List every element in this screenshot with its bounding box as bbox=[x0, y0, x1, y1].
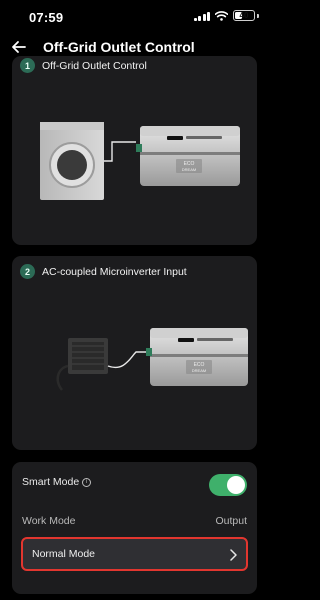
microinverter-power-station-illustration: ECO DREAM bbox=[56, 328, 248, 391]
work-mode-value: Output bbox=[215, 515, 247, 527]
work-mode-row: Work Mode Output bbox=[22, 515, 247, 527]
wifi-icon bbox=[215, 10, 228, 21]
smart-mode-row: Smart Mode i bbox=[22, 474, 247, 496]
smart-mode-toggle[interactable] bbox=[209, 474, 247, 496]
battery-level: 40 bbox=[239, 11, 249, 20]
battery-icon: 40 bbox=[233, 10, 255, 21]
scenario-card-microinverter: 2 AC-coupled Microinverter Input ECO DRE… bbox=[12, 256, 257, 450]
mode-select-label: Normal Mode bbox=[32, 548, 96, 560]
chevron-right-icon bbox=[230, 549, 237, 561]
svg-text:DREAM: DREAM bbox=[182, 167, 196, 172]
toggle-knob bbox=[227, 476, 245, 494]
settings-card: Smart Mode i Work Mode Output Normal Mod… bbox=[12, 462, 257, 594]
work-mode-label: Work Mode bbox=[22, 515, 76, 527]
mode-select-normal[interactable]: Normal Mode bbox=[21, 537, 248, 571]
scenario-card-off-grid: 1 Off-Grid Outlet Control ECO DREAM bbox=[12, 56, 257, 245]
info-icon[interactable]: i bbox=[82, 477, 92, 487]
status-time: 07:59 bbox=[29, 10, 64, 25]
smart-mode-label: Smart Mode bbox=[22, 476, 80, 488]
signal-icon bbox=[193, 11, 210, 21]
status-bar: 07:59 40 bbox=[0, 0, 269, 34]
washing-machine-power-station-illustration: ECO DREAM bbox=[40, 122, 240, 200]
page-title: Off-Grid Outlet Control bbox=[43, 39, 195, 55]
back-arrow-icon[interactable] bbox=[9, 37, 29, 57]
svg-text:DREAM: DREAM bbox=[192, 368, 206, 373]
status-icons: 40 bbox=[193, 10, 259, 21]
battery-tip bbox=[257, 13, 259, 18]
